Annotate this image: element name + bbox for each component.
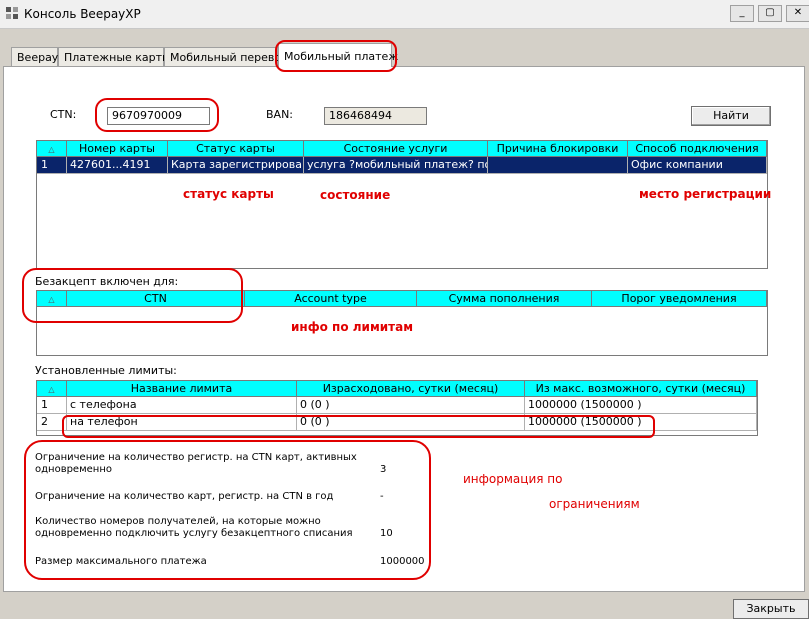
column-limit-name[interactable]: Название лимита: [67, 381, 297, 397]
cell-card-number: 427601...4191: [67, 157, 168, 174]
annotation-restrictions-info: информация по: [463, 472, 563, 486]
sort-triangle-icon: △: [48, 385, 55, 394]
cards-table: △ Номер карты Статус карты Состояние усл…: [36, 140, 768, 269]
cell-limit-name: с телефона: [67, 397, 297, 414]
annotation-limits-info: инфо по лимитам: [291, 320, 414, 334]
annotation-registration-place: место регистрации: [639, 187, 772, 201]
sort-triangle-icon: △: [48, 145, 55, 154]
cell-spent: 0 (0 ): [297, 397, 525, 414]
cell-service-state: услуга ?мобильный платеж? по...: [304, 157, 488, 174]
cell-max: 1000000 (1500000 ): [525, 397, 757, 414]
column-max[interactable]: Из макс. возможного, сутки (месяц): [525, 381, 757, 397]
annotation-oval-accept: [22, 268, 243, 323]
table-header-row-number: △: [37, 381, 67, 397]
ctn-label: CTN:: [50, 108, 77, 121]
row-number: 1: [37, 397, 67, 414]
window-title: Консоль BeepayXP: [24, 7, 141, 21]
column-account-type[interactable]: Account type: [245, 291, 417, 307]
limits-section-title: Установленные лимиты:: [35, 364, 177, 377]
column-topup-amount[interactable]: Сумма пополнения: [417, 291, 592, 307]
tab-payment-cards[interactable]: Платежные карты: [58, 47, 171, 66]
column-card-status[interactable]: Статус карты: [168, 141, 304, 157]
annotation-card-status: статус карты: [183, 187, 274, 201]
ban-label: BAN:: [266, 108, 294, 121]
row-number: 1: [37, 157, 67, 174]
column-connection-method[interactable]: Способ подключения: [628, 141, 767, 157]
close-icon[interactable]: ✕: [786, 5, 809, 22]
tab-beepay[interactable]: Beepay: [11, 47, 58, 66]
annotation-oval-tab: [275, 40, 397, 72]
column-notify-threshold[interactable]: Порог уведомления: [592, 291, 767, 307]
maximize-icon[interactable]: ▢: [758, 5, 782, 22]
annotation-oval-ctn: [95, 98, 219, 132]
column-block-reason[interactable]: Причина блокировки: [488, 141, 628, 157]
tab-mobile-transfer[interactable]: Мобильный перевод: [164, 47, 289, 66]
table-header-row-number: △: [37, 141, 67, 157]
ban-field: 186468494: [324, 107, 427, 125]
cell-connection-method: Офис компании: [628, 157, 767, 174]
cell-card-status: Карта зарегистрирована: [168, 157, 304, 174]
title-bar: Консоль BeepayXP _ ▢ ✕: [0, 0, 809, 29]
find-button[interactable]: Найти: [691, 106, 771, 126]
annotation-oval-restrictions: [24, 440, 431, 580]
minimize-icon[interactable]: _: [730, 5, 754, 22]
column-service-state[interactable]: Состояние услуги: [304, 141, 488, 157]
cell-block-reason: [488, 157, 628, 174]
close-button[interactable]: Закрыть: [733, 599, 809, 619]
column-card-number[interactable]: Номер карты: [67, 141, 168, 157]
app-icon: [6, 7, 18, 19]
annotation-oval-limit-row: [62, 415, 655, 438]
column-spent[interactable]: Израсходовано, сутки (месяц): [297, 381, 525, 397]
annotation-state: состояние: [320, 188, 391, 202]
annotation-restrictions-info: ограничениям: [549, 497, 640, 511]
